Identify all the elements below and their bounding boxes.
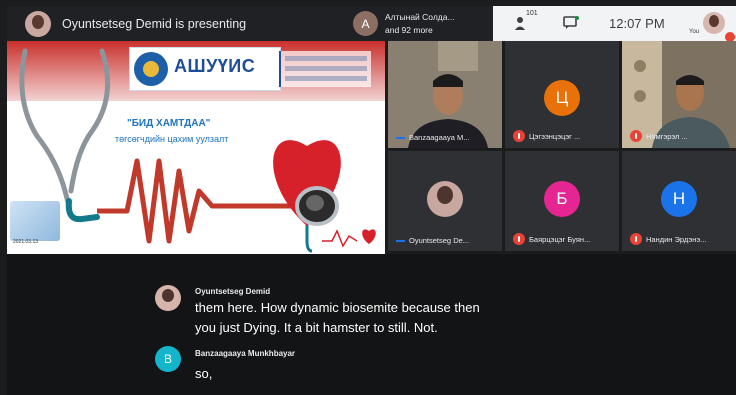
speaking-indicator (396, 136, 405, 139)
participant-avatar: Ц (544, 80, 580, 116)
top-bar: Oyuntsetseg Demid is presenting A Алтына… (7, 6, 736, 42)
slide-date: 2021.03.13 (13, 239, 39, 245)
caption-avatar: B (155, 346, 181, 372)
participant-avatar: Н (661, 181, 697, 217)
participant-avatar: Б (544, 181, 580, 217)
participant-tile[interactable]: Banzaagaaya M... (388, 41, 502, 148)
participant-tile[interactable]: Ц Цэгээнцэцэг ... (505, 41, 619, 148)
participant-tile[interactable]: Н Нандин Эрдэнэ... (622, 151, 736, 251)
self-label: You (689, 29, 700, 35)
others-avatar[interactable]: A (353, 11, 378, 36)
mic-off-icon (630, 130, 642, 142)
university-logo: АШУҮИС (129, 47, 281, 91)
presenting-label: Oyuntsetseg Demid is presenting (62, 17, 247, 31)
meeting-window: Oyuntsetseg Demid is presenting A Алтына… (0, 0, 736, 395)
participants-count: 101 (526, 10, 538, 17)
mic-off-icon (630, 233, 642, 245)
others-name: Алтынай Солда... (385, 12, 455, 22)
mic-off-icon (513, 130, 525, 142)
logo-subtitle (279, 51, 371, 87)
caption-avatar (155, 285, 181, 311)
presentation-slide: АШУҮИС "БИД ХАМТДАА" төгсөгчдийн цахим у… (7, 41, 385, 254)
participant-avatar (427, 181, 463, 217)
participant-name: Oyuntsetseg De... (409, 236, 470, 245)
chat-icon[interactable] (563, 16, 579, 30)
participant-video (388, 41, 502, 148)
emblem-icon (134, 52, 168, 86)
participant-name: Баярцэцэг Буян... (529, 234, 591, 244)
caption-text: them here. How dynamic biosemite because… (195, 300, 480, 315)
captions-panel: Oyuntsetseg Demid them here. How dynamic… (7, 254, 736, 395)
participant-tile[interactable]: Нямгэрэл ... (622, 41, 736, 148)
participant-name: Цэгээнцэцэг ... (529, 131, 581, 141)
mic-off-icon (513, 233, 525, 245)
caption-text: so, (195, 366, 213, 381)
caption-speaker-name: Banzaagaaya Munkhbayar (195, 349, 296, 358)
participant-name: Banzaagaaya M... (409, 133, 470, 142)
meeting-controls-bar: 101 12:07 PM You (493, 6, 736, 42)
participant-tile[interactable]: Oyuntsetseg De... (388, 151, 502, 251)
caption-speaker-name: Oyuntsetseg Demid (195, 287, 271, 296)
slide-title: "БИД ХАМТДАА" (127, 118, 211, 129)
participant-tile[interactable]: Б Баярцэцэг Буян... (505, 151, 619, 251)
clock: 12:07 PM (609, 16, 665, 31)
slide-subtitle: төгсөгчдийн цахим уулзалт (113, 133, 231, 145)
presenter-avatar (25, 11, 51, 37)
self-avatar[interactable] (703, 12, 725, 34)
caption-text: you just Dying. It a bit hamster to stil… (195, 320, 438, 335)
participant-name: Нандин Эрдэнэ... (646, 234, 707, 244)
speaking-indicator (396, 239, 405, 242)
slide-photo (10, 201, 60, 241)
participant-name: Нямгэрэл ... (646, 131, 688, 141)
others-count: and 92 more (385, 25, 433, 35)
logo-text: АШУҮИС (174, 56, 256, 76)
